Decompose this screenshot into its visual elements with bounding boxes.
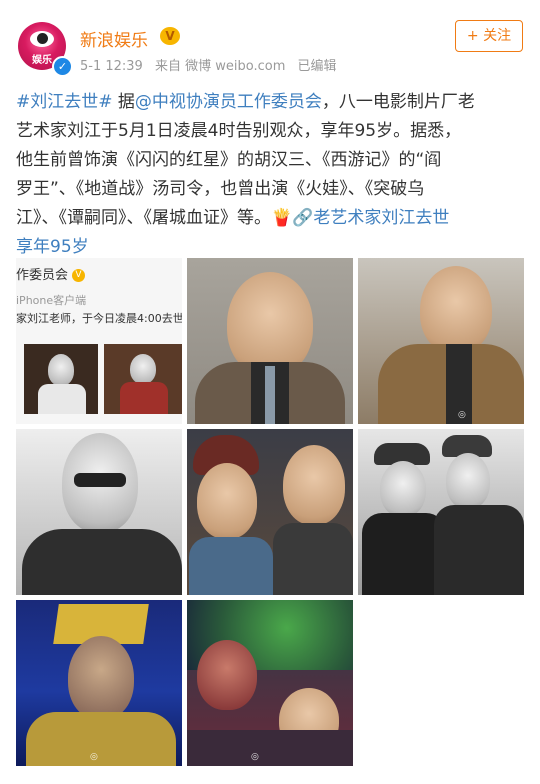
follow-button[interactable]: + 关注 [455, 20, 523, 52]
photo-8[interactable]: ◎ [187, 600, 353, 766]
topic-link[interactable]: 老艺术家刘江去世 [313, 208, 449, 228]
photo-6[interactable] [358, 429, 524, 595]
post-line-1: #刘江去世# 据@中视协演员工作委员会，八一电影制片厂老 [16, 92, 475, 112]
account-name[interactable]: 新浪娱乐 [80, 26, 148, 51]
post-source[interactable]: 来自 微博 weibo.com [155, 59, 285, 74]
post-edited: 已编辑 [297, 59, 337, 74]
link-icon[interactable]: 🔗 [292, 208, 313, 228]
screenshot-source: iPhone客户端 [16, 294, 87, 307]
verified-icon: ✓ [52, 56, 73, 77]
post-line-5: 江》、《谭嗣同》、《屠城血证》等。🍟🔗老艺术家刘江去世 [16, 208, 450, 228]
photo-4[interactable] [16, 429, 182, 595]
mention-link[interactable]: @中视协演员工作委员会 [135, 92, 322, 112]
photo-2[interactable] [187, 258, 353, 424]
post-time: 5-1 12:39 [80, 59, 143, 74]
verified-v-icon: V [72, 269, 86, 282]
post-line-3: 他生前曾饰演《闪闪的红星》的胡汉三、《西游记》的“阎 [16, 150, 442, 170]
screenshot-photo-left [24, 344, 98, 414]
photo-7[interactable]: ◎ [16, 600, 182, 766]
vip-crown-icon: V [160, 27, 180, 45]
photo-1[interactable]: 作委员会 V iPhone客户端 家刘江老师，于今日凌晨4:00去世 [16, 258, 182, 424]
post-body: #刘江去世# 据@中视协演员工作委员会，八一电影制片厂老 艺术家刘江于5月1日凌… [16, 88, 526, 262]
screenshot-photo-right [104, 344, 182, 414]
screenshot-text: 家刘江老师，于今日凌晨4:00去世 [16, 312, 182, 325]
post-line-2: 艺术家刘江于5月1日凌晨4时告别观众，享年95岁。据悉， [16, 121, 462, 141]
photo-3[interactable]: ◎ [358, 258, 524, 424]
screenshot-title: 作委员会 [16, 268, 69, 283]
post-header: 娱乐 ✓ 新浪娱乐 V 5-1 12:39 来自 微博 weibo.com 已编… [0, 0, 540, 86]
photo-5[interactable] [187, 429, 353, 595]
post-meta: 5-1 12:39 来自 微博 weibo.com 已编辑 [80, 55, 345, 74]
fries-emoji-icon: 🍟 [271, 208, 293, 228]
hashtag-link[interactable]: #刘江去世# [16, 92, 113, 112]
post-line-4: 罗王”、《地道战》汤司令，也曾出演《火娃》、《突破乌 [16, 179, 425, 199]
